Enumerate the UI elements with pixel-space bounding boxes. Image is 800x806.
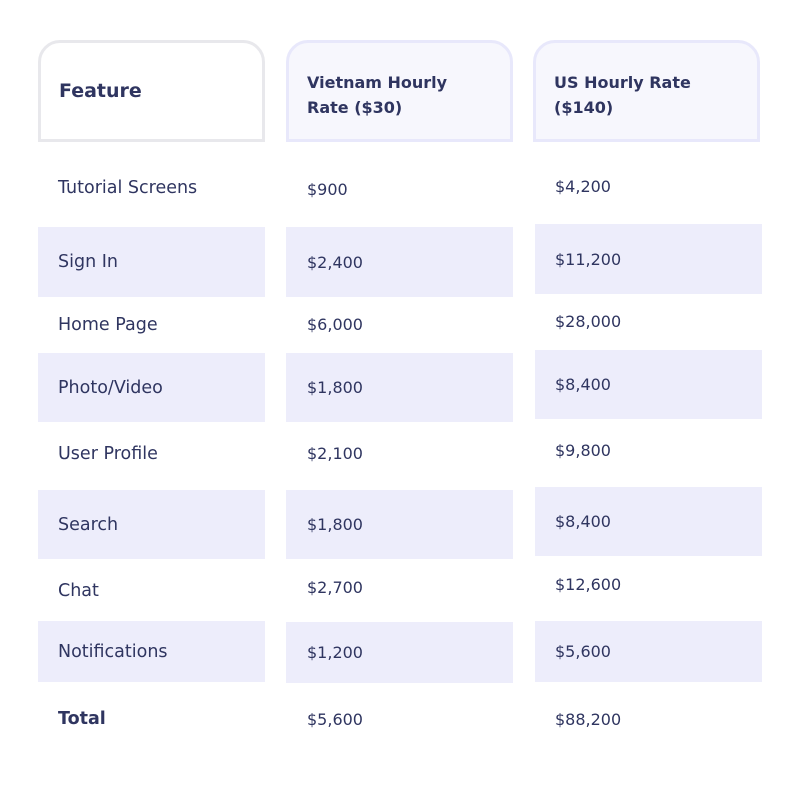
header-vietnam-rate-label: Vietnam Hourly Rate ($30) bbox=[307, 73, 448, 117]
table-row-feature: Chat bbox=[58, 581, 99, 601]
table-row-feature: Sign In bbox=[38, 227, 265, 297]
table-row-feature: Search bbox=[38, 490, 265, 559]
table-row-us: $12,600 bbox=[555, 574, 622, 594]
table-row-vietnam: $2,700 bbox=[307, 577, 363, 597]
table-row-feature: Tutorial Screens bbox=[58, 177, 198, 198]
table-row-us: $9,800 bbox=[555, 440, 611, 460]
table-row-feature: Notifications bbox=[38, 621, 265, 682]
table-row-feature: User Profile bbox=[58, 444, 158, 464]
table-row-us: $11,200 bbox=[535, 224, 762, 294]
total-vietnam: $5,600 bbox=[307, 709, 363, 729]
table-row-us: $5,600 bbox=[535, 621, 762, 682]
table-row-us: $28,000 bbox=[555, 311, 622, 331]
total-label: Total bbox=[58, 709, 106, 729]
table-row-vietnam: $6,000 bbox=[307, 314, 363, 334]
header-feature: Feature bbox=[38, 40, 265, 142]
header-vietnam-rate: Vietnam Hourly Rate ($30) bbox=[286, 40, 513, 142]
table-row-vietnam: $900 bbox=[307, 180, 348, 199]
table-row-vietnam: $1,200 bbox=[286, 622, 513, 683]
table-row-feature: Photo/Video bbox=[38, 353, 265, 422]
header-feature-label: Feature bbox=[59, 79, 142, 102]
table-row-vietnam: $2,100 bbox=[307, 443, 363, 463]
table-row-vietnam: $2,400 bbox=[286, 227, 513, 297]
table-row-vietnam: $1,800 bbox=[286, 490, 513, 559]
header-us-rate: US Hourly Rate ($140) bbox=[533, 40, 760, 142]
header-us-rate-label: US Hourly Rate ($140) bbox=[554, 73, 691, 117]
table-row-feature: Home Page bbox=[58, 315, 158, 335]
table-row-us: $8,400 bbox=[535, 487, 762, 556]
table-row-us: $4,200 bbox=[555, 177, 611, 196]
table-row-vietnam: $1,800 bbox=[286, 353, 513, 422]
total-us: $88,200 bbox=[555, 709, 622, 729]
table-row-us: $8,400 bbox=[535, 350, 762, 419]
